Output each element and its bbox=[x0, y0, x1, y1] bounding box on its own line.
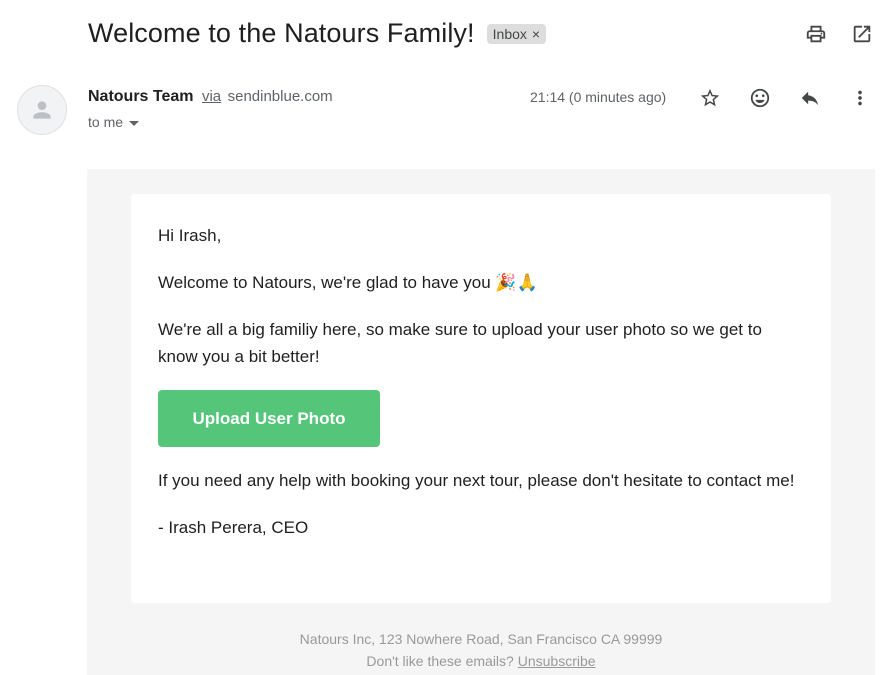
timestamp: 21:14 (0 minutes ago) bbox=[530, 89, 667, 105]
inbox-label-text: Inbox bbox=[492, 26, 527, 42]
body-text: We're all a big familiy here, so make su… bbox=[158, 320, 762, 366]
remove-label-button[interactable]: × bbox=[532, 26, 540, 42]
email-card: Hi Irash, Welcome to Natours, we're glad… bbox=[131, 194, 831, 603]
reply-icon[interactable] bbox=[798, 86, 822, 110]
unsubscribe-link[interactable]: Unsubscribe bbox=[518, 653, 596, 669]
thread-actions bbox=[804, 22, 874, 46]
footer-unsubscribe-line: Don't like these emails? Unsubscribe bbox=[87, 653, 875, 669]
sender-domain: sendinblue.com bbox=[227, 88, 333, 105]
message-actions bbox=[698, 86, 872, 110]
recipient-text: to me bbox=[88, 114, 124, 130]
footer-address: Natours Inc, 123 Nowhere Road, San Franc… bbox=[299, 631, 663, 647]
inbox-label[interactable]: Inbox × bbox=[486, 24, 547, 44]
help-text: If you need any help with booking your n… bbox=[158, 471, 795, 490]
email-subject: Welcome to the Natours Family! bbox=[88, 17, 475, 48]
sender-name[interactable]: Natours Team bbox=[88, 88, 194, 105]
recipient-line: to me bbox=[88, 114, 140, 130]
open-in-new-window-icon[interactable] bbox=[850, 22, 874, 46]
more-vert-icon[interactable] bbox=[848, 86, 872, 110]
signature: - Irash Perera, CEO bbox=[158, 518, 309, 537]
sender-line: Natours Team via sendinblue.com bbox=[88, 88, 333, 106]
footer-question: Don't like these emails? bbox=[366, 653, 514, 669]
subject-row: Welcome to the Natours Family! Inbox × bbox=[88, 14, 547, 52]
person-icon bbox=[33, 101, 51, 119]
sender-avatar[interactable] bbox=[17, 85, 67, 135]
print-icon[interactable] bbox=[804, 22, 828, 46]
chevron-down-icon[interactable] bbox=[129, 120, 140, 126]
welcome-text: Welcome to Natours, we're glad to have y… bbox=[158, 273, 538, 292]
upload-user-photo-button[interactable]: Upload User Photo bbox=[158, 390, 380, 447]
greeting: Hi Irash, bbox=[158, 226, 222, 245]
star-icon[interactable] bbox=[698, 86, 722, 110]
emoji-icon[interactable] bbox=[748, 86, 772, 110]
via-link[interactable]: via bbox=[202, 88, 221, 105]
